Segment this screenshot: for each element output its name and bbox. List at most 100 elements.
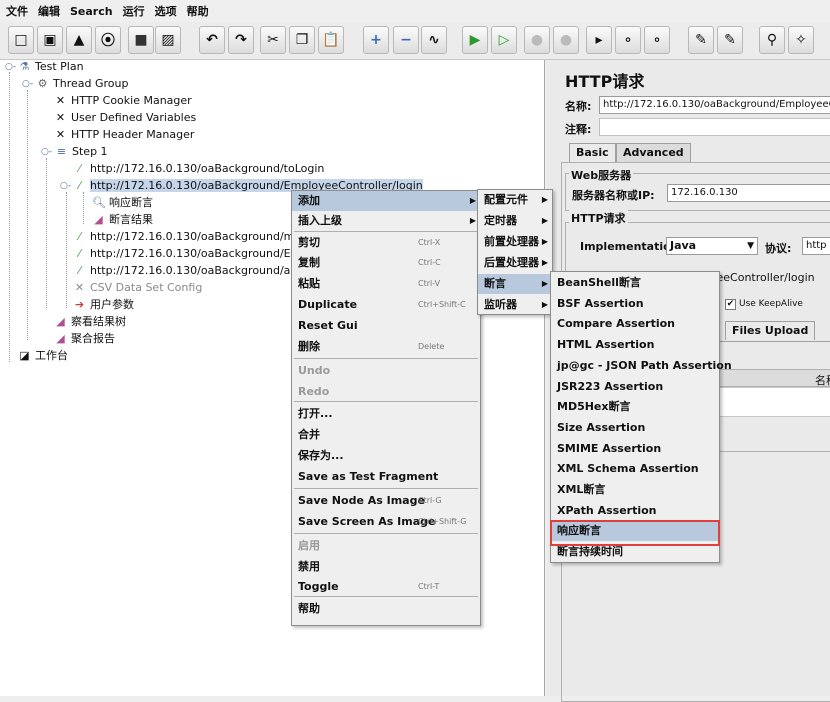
assertion-menu-item[interactable]: XML断言	[551, 480, 719, 500]
assertion-menu-item[interactable]: XML Schema Assertion	[551, 459, 719, 479]
menu-help[interactable]: 帮助	[187, 3, 209, 19]
expand-icon[interactable]: +	[363, 26, 389, 54]
assertion-menu-item[interactable]: Size Assertion	[551, 418, 719, 438]
collapse-toggle-icon[interactable]: ○-	[60, 181, 71, 191]
add-submenu-item[interactable]: 前置处理器 ▶	[478, 232, 552, 252]
stop-icon[interactable]: ●	[524, 26, 550, 54]
assertion-menu-item[interactable]: HTML Assertion	[551, 335, 719, 355]
context-menu-item[interactable]: 保存为...	[292, 446, 480, 466]
context-menu-item[interactable]: Toggle Ctrl-T	[292, 577, 480, 597]
tree-node-assertion-results[interactable]: ◢ 断言结果	[92, 211, 153, 228]
clear-icon[interactable]: ✎	[688, 26, 714, 54]
tree-node-workbench[interactable]: ◪ 工作台	[18, 347, 68, 364]
context-menu-item[interactable]: Save Node As Image Ctrl-G	[292, 491, 480, 511]
menu-run[interactable]: 运行	[123, 3, 145, 19]
assertion-menu-item[interactable]: JSR223 Assertion	[551, 377, 719, 397]
assertion-menu-item[interactable]: jp@gc - JSON Path Assertion	[551, 356, 732, 376]
context-menu-item[interactable]: Save Screen As Image Ctrl+Shift-G	[292, 512, 480, 532]
undo-icon[interactable]: ↶	[199, 26, 225, 54]
context-menu-item[interactable]: 粘贴 Ctrl-V	[292, 274, 480, 294]
context-menu-item[interactable]: 剪切 Ctrl-X	[292, 233, 480, 253]
tree-node-thread-group[interactable]: ⚙ Thread Group	[36, 75, 129, 92]
tree-node-test-plan[interactable]: ⚗ Test Plan	[18, 58, 84, 75]
menu-search[interactable]: Search	[70, 5, 113, 18]
add-submenu-item[interactable]: 监听器 ▶	[478, 295, 552, 315]
implementation-select[interactable]: Java ▼	[666, 237, 758, 255]
assertion-menu-item[interactable]: MD5Hex断言	[551, 397, 719, 417]
assertion-menu-item[interactable]: XPath Assertion	[551, 501, 719, 521]
context-menu-item[interactable]: 合并	[292, 425, 480, 445]
remote-exit-icon[interactable]: ∘	[644, 26, 670, 54]
start-no-pause-icon[interactable]: ▷	[491, 26, 517, 54]
context-menu-item[interactable]: 帮助	[292, 599, 480, 619]
context-menu-item[interactable]: 添加 ▶	[292, 191, 480, 211]
context-menu-item[interactable]: Save as Test Fragment	[292, 467, 480, 487]
paste-icon[interactable]: 📋	[318, 26, 344, 54]
tab-files-upload[interactable]: Files Upload	[725, 321, 816, 340]
tree-node-http-request[interactable]: ⁄ http://172.16.0.130/oaBackground/main	[73, 228, 312, 245]
tab-advanced[interactable]: Advanced	[616, 143, 691, 162]
collapse-toggle-icon[interactable]: ○-	[5, 62, 16, 72]
tree-node-aggregate-report[interactable]: ◢ 聚合报告	[54, 330, 115, 347]
context-menu-item[interactable]: 启用	[292, 536, 480, 556]
parameters-table[interactable]	[707, 387, 830, 417]
tree-node-header-manager[interactable]: ✕ HTTP Header Manager	[54, 126, 195, 143]
name-field[interactable]: http://172.16.0.130/oaBackground/Employe…	[599, 96, 830, 114]
clear-all-icon[interactable]: ✎	[717, 26, 743, 54]
menu-file[interactable]: 文件	[6, 3, 28, 19]
context-menu-item[interactable]: Undo	[292, 361, 480, 381]
toggle-icon[interactable]: ∿	[421, 26, 447, 54]
search-icon[interactable]: ⚲	[759, 26, 785, 54]
assertion-menu-item[interactable]: SMIME Assertion	[551, 439, 719, 459]
context-menu-item[interactable]: Reset Gui	[292, 316, 480, 336]
menu-options[interactable]: 选项	[155, 3, 177, 19]
tree-node-response-assertion[interactable]: 🔍︎ 响应断言	[92, 194, 153, 211]
tree-node-cookie-manager[interactable]: ✕ HTTP Cookie Manager	[54, 92, 192, 109]
server-field[interactable]: 172.16.0.130	[667, 184, 830, 202]
context-menu-item[interactable]: 禁用	[292, 557, 480, 577]
context-menu-item[interactable]: 复制 Ctrl-C	[292, 253, 480, 273]
tree-node-step1[interactable]: ≡ Step 1	[55, 143, 108, 160]
reset-search-icon[interactable]: ✧	[788, 26, 814, 54]
start-icon[interactable]: ▶	[462, 26, 488, 54]
redo-icon[interactable]: ↷	[228, 26, 254, 54]
tree-node-view-results-tree[interactable]: ◢ 察看结果树	[54, 313, 126, 330]
save-as-icon[interactable]: ▨	[155, 26, 181, 54]
menu-edit[interactable]: 编辑	[38, 3, 60, 19]
path-field[interactable]: yeeController/login	[707, 270, 830, 288]
assertion-menu-item[interactable]: BeanShell断言	[551, 273, 719, 293]
collapse-toggle-icon[interactable]: ○-	[41, 147, 52, 157]
comment-field[interactable]	[599, 118, 830, 136]
tree-node-http-request[interactable]: ⁄ http://172.16.0.130/oaBackground/articl…	[73, 262, 319, 279]
tree-node-user-vars[interactable]: ✕ User Defined Variables	[54, 109, 196, 126]
tree-node-http-request[interactable]: ⁄ http://172.16.0.130/oaBackground/Empl	[73, 245, 312, 262]
tab-basic[interactable]: Basic	[569, 143, 616, 162]
keepalive-option[interactable]: ✔ Use KeepAlive	[725, 299, 803, 310]
tree-node-user-params[interactable]: ➔ 用户参数	[73, 296, 134, 313]
add-submenu-item[interactable]: 后置处理器 ▶	[478, 253, 552, 273]
chevron-down-icon[interactable]: ▼	[747, 238, 754, 254]
add-submenu-item[interactable]: 断言 ▶	[478, 274, 552, 294]
copy-icon[interactable]: ❐	[289, 26, 315, 54]
context-menu-item[interactable]: Redo	[292, 382, 480, 402]
cut-icon[interactable]: ✂	[260, 26, 286, 54]
context-menu-item[interactable]: Duplicate Ctrl+Shift-C	[292, 295, 480, 315]
remote-stop-icon[interactable]: ∘	[615, 26, 641, 54]
tree-node-http-request[interactable]: ⁄ http://172.16.0.130/oaBackground/toLogi…	[73, 160, 325, 177]
tree-node-csv-config[interactable]: ✕ CSV Data Set Config	[73, 279, 202, 296]
assertion-menu-item[interactable]: Compare Assertion	[551, 314, 719, 334]
shutdown-icon[interactable]: ●	[553, 26, 579, 54]
collapse-icon[interactable]: −	[393, 26, 419, 54]
add-submenu-item[interactable]: 定时器 ▶	[478, 211, 552, 231]
collapse-toggle-icon[interactable]: ○-	[22, 79, 33, 89]
context-menu-item[interactable]: 插入上级 ▶	[292, 211, 480, 231]
recent-icon[interactable]: ⦿	[95, 26, 121, 54]
remote-start-icon[interactable]: ▸	[586, 26, 612, 54]
assertion-menu-item[interactable]: BSF Assertion	[551, 294, 719, 314]
template-icon[interactable]: ▣	[37, 26, 63, 54]
context-menu-item[interactable]: 删除 Delete	[292, 337, 480, 357]
new-icon[interactable]: □	[8, 26, 34, 54]
add-submenu-item[interactable]: 配置元件 ▶	[478, 190, 552, 210]
context-menu-item[interactable]: 打开...	[292, 404, 480, 424]
protocol-field[interactable]: http	[802, 237, 830, 255]
